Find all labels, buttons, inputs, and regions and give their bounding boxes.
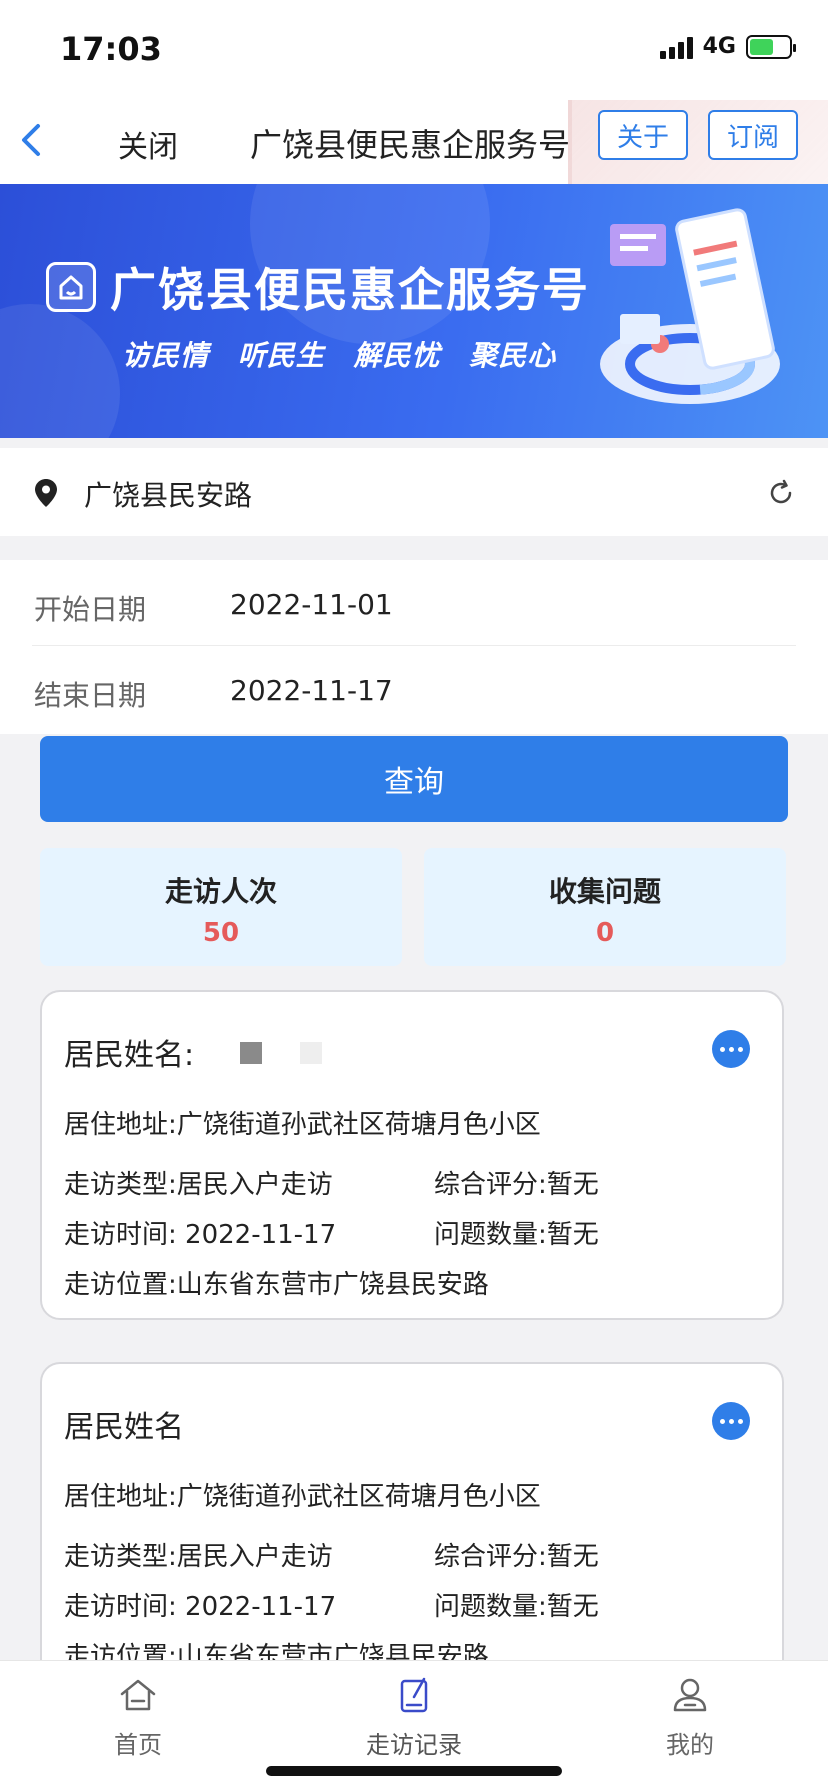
start-date-label: 开始日期 [34,593,147,626]
resident-address: 居住地址:广饶街道孙武社区荷塘月色小区 [64,1482,541,1512]
end-date-row[interactable]: 结束日期 2022-11-17 [0,646,828,732]
stat-value: 0 [595,918,615,948]
date-filter-form: 开始日期 2022-11-01 结束日期 2022-11-17 [0,560,828,734]
banner: 广饶县便民惠企服务号 访民情 听民生 解民忧 聚民心 [0,184,828,438]
stat-card-visits: 走访人次 50 [40,848,402,966]
visit-type: 走访类型:居民入户走访 [64,1170,333,1200]
query-button[interactable]: 查询 [40,736,788,822]
visit-location: 走访位置:山东省东营市广饶县民安路 [64,1270,489,1300]
refresh-icon[interactable] [766,478,796,508]
tab-mine[interactable]: 我的 [610,1675,770,1771]
edit-document-icon [400,1677,428,1713]
more-options-icon[interactable] [712,1402,750,1440]
end-date-field[interactable]: 2022-11-17 [230,674,393,707]
start-date-field[interactable]: 2022-11-01 [230,588,393,621]
tab-label: 走访记录 [366,1731,462,1759]
status-bar: 17:03 4G [0,0,828,100]
stat-value: 50 [202,918,240,948]
stat-label: 走访人次 [164,875,277,908]
start-date-row[interactable]: 开始日期 2022-11-01 [32,560,796,646]
location-pin-icon [35,479,57,507]
dashboard-illustration-icon [600,208,780,404]
resident-address: 居住地址:广饶街道孙武社区荷塘月色小区 [64,1110,541,1140]
visit-time: 走访时间: 2022-11-17 [64,1592,337,1622]
subscribe-button[interactable]: 订阅 [708,110,798,160]
visit-record-card[interactable]: 居民姓名: 居住地址:广饶街道孙武社区荷塘月色小区 走访类型:居民入户走访 综合… [40,990,784,1320]
visit-type: 走访类型:居民入户走访 [64,1542,333,1572]
tab-visit-records[interactable]: 走访记录 [334,1675,494,1771]
page-title: 广饶县便民惠企服务号 [250,126,571,164]
about-button[interactable]: 关于 [598,110,688,160]
signal-icon [659,35,693,59]
more-options-icon[interactable] [712,1030,750,1068]
tab-home[interactable]: 首页 [58,1675,218,1771]
tab-label: 首页 [114,1731,162,1759]
nav-bar: 关闭 广饶县便民惠企服务号 关于 订阅 [0,100,828,284]
tab-label: 我的 [666,1731,714,1759]
location-text: 广饶县民安路 [84,479,253,512]
battery-charging-icon [746,34,796,59]
redacted-name-block [240,1042,262,1064]
user-icon [673,1678,707,1712]
visit-record-card[interactable]: 居民姓名 居住地址:广饶街道孙武社区荷塘月色小区 走访类型:居民入户走访 综合评… [40,1362,784,1672]
visit-time: 走访时间: 2022-11-17 [64,1220,337,1250]
banner-title: 广饶县便民惠企服务号 [110,263,590,317]
resident-name-label: 居民姓名: [64,1038,195,1073]
stat-card-issues: 收集问题 0 [424,848,786,966]
overall-score: 综合评分:暂无 [434,1170,599,1200]
close-link[interactable]: 关闭 [118,122,178,166]
end-date-label: 结束日期 [34,679,147,712]
resident-name-label: 居民姓名 [64,1410,184,1445]
redacted-name-block [300,1042,322,1064]
network-label: 4G [702,34,736,59]
banner-slogan: 访民情 听民生 解民忧 聚民心 [122,339,557,372]
stat-label: 收集问题 [548,875,661,908]
issue-count: 问题数量:暂无 [434,1592,599,1622]
home-indicator [266,1766,562,1776]
chevron-left-icon[interactable] [12,120,52,160]
location-row: 广饶县民安路 [0,448,828,536]
overall-score: 综合评分:暂无 [434,1542,599,1572]
status-time: 17:03 [60,30,162,68]
issue-count: 问题数量:暂无 [434,1220,599,1250]
home-icon [120,1679,156,1711]
home-logo-icon [46,262,96,312]
status-indicators: 4G [659,34,796,59]
